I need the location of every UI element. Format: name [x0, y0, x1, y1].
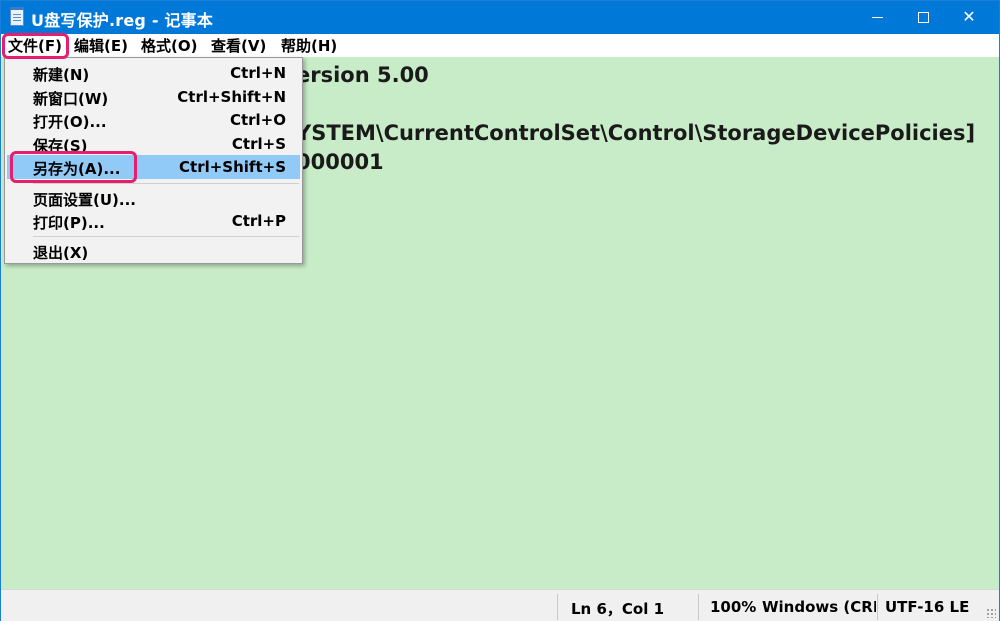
editor-line: 000001 — [296, 150, 384, 174]
status-separator — [698, 594, 699, 620]
menu-item-label: 新窗口(W) — [33, 90, 109, 108]
menu-item-label: 打开(O)... — [33, 113, 107, 131]
menu-item-page-setup[interactable]: 页面设置(U)... — [7, 186, 300, 210]
status-separator — [557, 594, 558, 620]
menu-separator — [33, 236, 299, 237]
maximize-icon — [917, 12, 929, 23]
editor-line: ersion 5.00 — [296, 63, 429, 87]
editor-line: YSTEM\CurrentControlSet\Control\StorageD… — [296, 121, 976, 145]
menu-item-shortcut: Ctrl+O — [229, 111, 286, 129]
cursor-position: Ln 6，Col 1 — [571, 600, 665, 618]
menu-format[interactable]: 格式(O) — [141, 36, 197, 56]
window-title: U盘写保护.reg - 记事本 — [31, 11, 214, 30]
annotation-highlight-file-menu — [2, 33, 69, 59]
close-icon: ✕ — [962, 7, 976, 26]
menu-item-shortcut: Ctrl+P — [231, 212, 286, 230]
menu-help[interactable]: 帮助(H) — [281, 36, 337, 56]
menu-item-print[interactable]: 打印(P)... Ctrl+P — [7, 209, 300, 233]
title-bar[interactable]: U盘写保护.reg - 记事本 ✕ — [1, 1, 999, 34]
encoding: UTF-16 LE — [885, 598, 970, 616]
menu-item-open[interactable]: 打开(O)... Ctrl+O — [7, 108, 300, 132]
menu-edit[interactable]: 编辑(E) — [74, 36, 128, 56]
minimize-icon — [871, 17, 883, 18]
menu-item-shortcut: Ctrl+Shift+N — [177, 88, 286, 106]
line-ending: Windows (CRLF) — [762, 598, 876, 616]
menu-item-new-window[interactable]: 新窗口(W) Ctrl+Shift+N — [7, 85, 300, 109]
menu-item-label: 退出(X) — [33, 244, 89, 262]
resize-grip-icon[interactable] — [986, 608, 996, 618]
menu-item-label: 打印(P)... — [33, 214, 105, 232]
status-bar: Ln 6，Col 1 100% Windows (CRLF) UTF-16 LE — [1, 589, 999, 621]
menu-item-label: 页面设置(U)... — [33, 191, 136, 209]
notepad-icon — [10, 7, 24, 26]
menu-separator — [33, 183, 299, 184]
zoom-level: 100% — [710, 598, 757, 616]
minimize-button[interactable] — [854, 1, 900, 34]
status-separator — [877, 594, 878, 620]
menu-item-new[interactable]: 新建(N) Ctrl+N — [7, 61, 300, 85]
notepad-window: U盘写保护.reg - 记事本 ✕ 文件(F) 编辑(E) 格式(O) 查看(V… — [0, 0, 1000, 621]
menu-item-label: 新建(N) — [33, 66, 90, 84]
close-button[interactable]: ✕ — [946, 1, 992, 34]
menu-bar: 文件(F) 编辑(E) 格式(O) 查看(V) 帮助(H) — [1, 34, 999, 57]
menu-item-shortcut: Ctrl+N — [230, 64, 286, 82]
menu-item-shortcut: Ctrl+S — [231, 135, 286, 153]
annotation-highlight-save-as — [10, 151, 137, 183]
maximize-button[interactable] — [900, 1, 946, 34]
menu-item-shortcut: Ctrl+Shift+S — [179, 158, 286, 176]
menu-view[interactable]: 查看(V) — [211, 36, 266, 56]
menu-item-exit[interactable]: 退出(X) — [7, 239, 300, 263]
